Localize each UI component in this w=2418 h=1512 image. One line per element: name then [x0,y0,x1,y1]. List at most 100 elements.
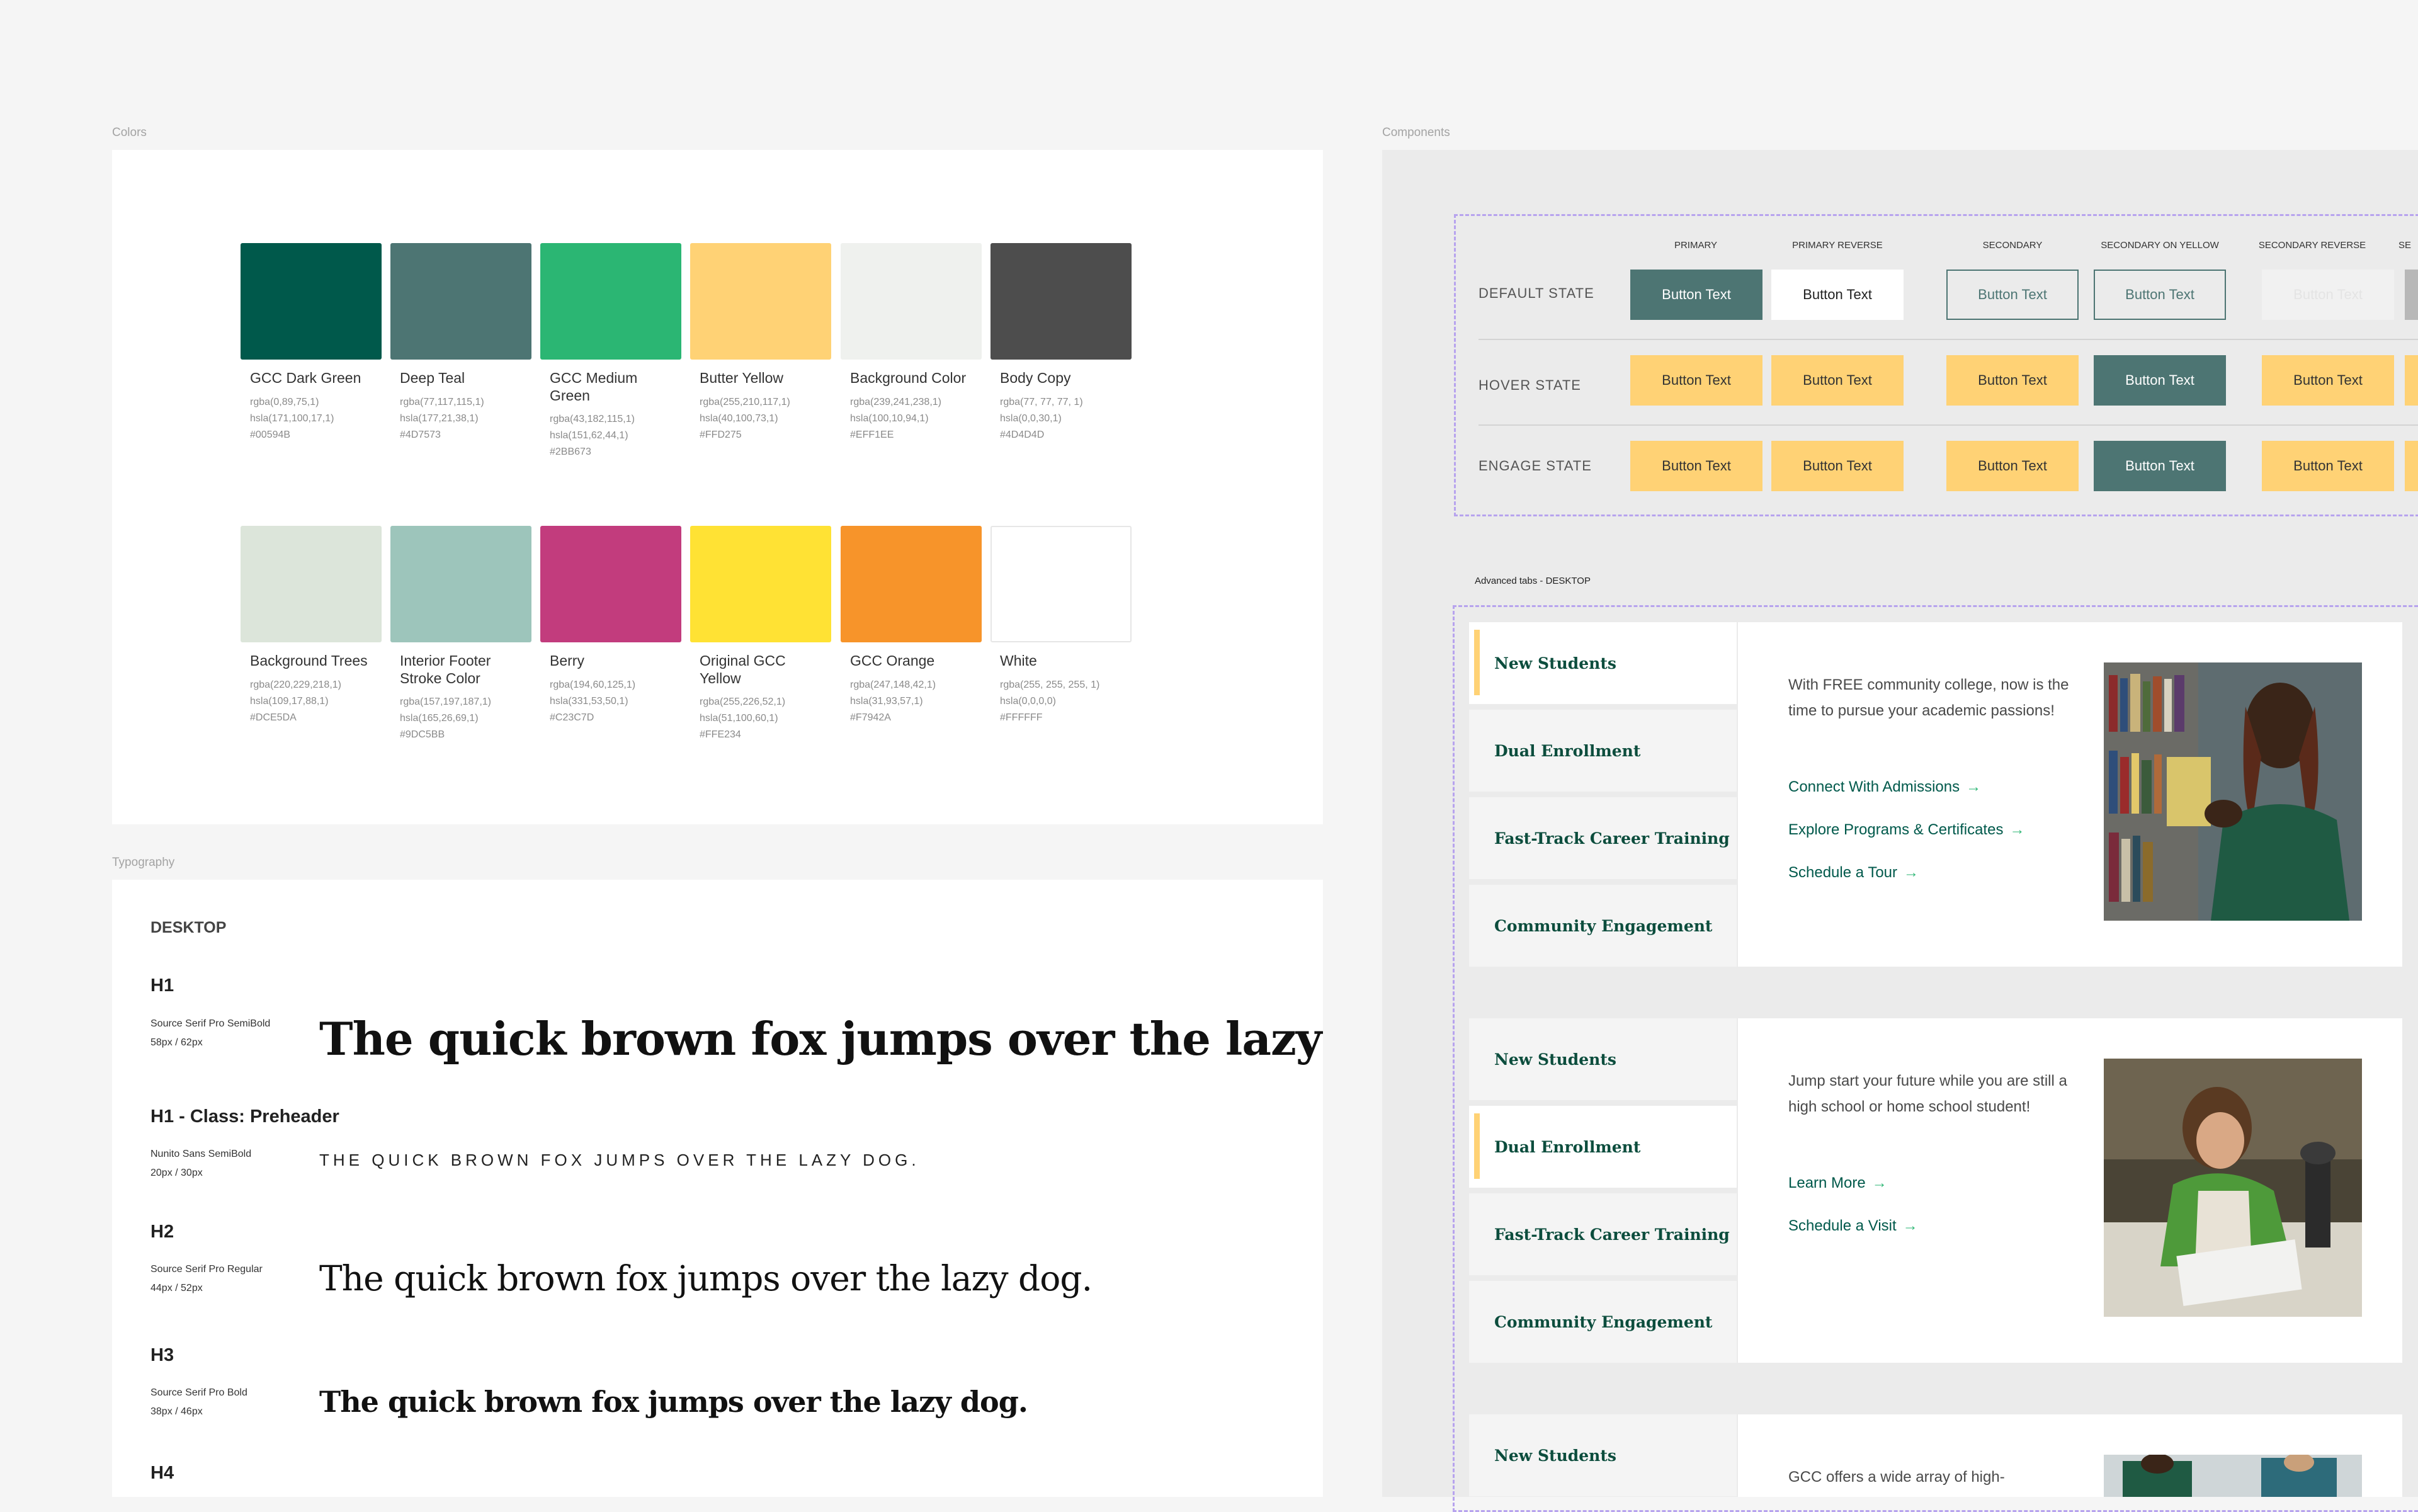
panel-description: GCC offers a wide array of high- [1788,1469,2005,1486]
tab-new-students[interactable]: New Students [1469,1018,1737,1100]
style-heading: H1 [150,975,174,996]
primary-engage-button[interactable]: Button Text [1630,441,1762,491]
arrow-right-icon: → [1966,778,1982,795]
cropped-hover-button[interactable] [2405,355,2418,406]
divider [1479,339,2418,340]
swatch-values: rgba(43,182,115,1) hsla(151,62,44,1) #2BB6… [550,414,635,457]
column-header: PRIMARY [1674,240,1718,251]
students-photo [2104,1455,2362,1497]
tab-panel-dual-enrollment: Jump start your future while you are sti… [1738,1018,2402,1363]
tab-community-engagement[interactable]: Community Engagement [1469,1281,1737,1363]
state-label-hover: HOVER STATE [1479,377,1581,393]
link-label: Explore Programs & Certificates [1788,821,2004,838]
typography-panel: DESKTOP H1 Source Serif Pro SemiBold 58px… [112,880,1323,1497]
primary-reverse-engage-button[interactable]: Button Text [1771,441,1904,491]
style-heading: H4 [150,1463,174,1483]
swatch-name: GCC Medium Green [550,370,638,404]
tab-fast-track-career-training[interactable]: Fast-Track Career Training [1469,797,1737,879]
cropped-engage-button[interactable] [2405,441,2418,491]
secondary-on-yellow-engage-button[interactable]: Button Text [2094,441,2226,491]
tab-label: Fast-Track Career Training [1494,1225,1730,1244]
swatch-name: Background Trees [250,652,368,669]
schedule-a-visit-link[interactable]: Schedule a Visit → [1788,1217,1918,1235]
schedule-a-tour-link[interactable]: Schedule a Tour → [1788,864,1919,882]
swatch-name: Berry [550,652,584,669]
tab-label: New Students [1494,1050,1616,1069]
swatch-values: rgba(247,148,42,1) hsla(31,93,57,1) #F7942… [850,679,936,723]
explore-programs-link[interactable]: Explore Programs & Certificates → [1788,821,2024,839]
secondary-reverse-engage-button[interactable]: Button Text [2262,441,2394,491]
swatch-original-gcc-yellow [690,526,831,642]
swatch-name: GCC Orange [850,652,935,669]
tab-fast-track-career-training[interactable]: Fast-Track Career Training [1469,1193,1737,1275]
primary-reverse-default-button[interactable]: Button Text [1771,270,1904,320]
style-meta: Nunito Sans SemiBold 20px / 30px [150,1149,252,1178]
style-meta: Source Serif Pro SemiBold 58px / 62px [150,1018,271,1048]
primary-default-button[interactable]: Button Text [1630,270,1762,320]
primary-hover-button[interactable]: Button Text [1630,355,1762,406]
secondary-on-yellow-default-button[interactable]: Button Text [2094,270,2226,320]
connect-with-admissions-link[interactable]: Connect With Admissions → [1788,778,1981,796]
swatch-values: rgba(255, 255, 255, 1) hsla(0,0,0,0) #FFFF… [1000,679,1100,723]
swatch-deep-teal [390,243,531,360]
h3-sample: The quick brown fox jumps over the lazy … [319,1385,1028,1419]
swatch-values: rgba(255,226,52,1) hsla(51,100,60,1) #FFE2… [700,696,786,740]
secondary-reverse-default-button[interactable]: Button Text [2262,270,2394,320]
tab-label: New Students [1494,1446,1616,1465]
panel-description: Jump start your future while you are sti… [1788,1072,2067,1115]
tab-label: Community Engagement [1494,916,1713,935]
typography-section-label: Typography [112,856,175,869]
tab-new-students[interactable]: New Students [1469,1414,1737,1496]
swatch-berry [540,526,681,642]
tab-panel-new-students: With FREE community college, now is the … [1738,622,2402,967]
swatch-gcc-orange [841,526,982,642]
student-library-photo [2104,662,2362,921]
column-header: SE [2398,240,2412,251]
panel-description: With FREE community college, now is the … [1788,676,2069,719]
secondary-hover-button[interactable]: Button Text [1946,355,2079,406]
style-heading: H2 [150,1222,174,1242]
secondary-engage-button[interactable]: Button Text [1946,441,2079,491]
swatch-values: rgba(157,197,187,1) hsla(165,26,69,1) #9DC… [400,696,491,740]
style-meta: Source Serif Pro Regular 44px / 52px [150,1264,263,1293]
secondary-reverse-hover-button[interactable]: Button Text [2262,355,2394,406]
active-tab-indicator [1474,630,1480,695]
swatch-body-copy [990,243,1132,360]
swatch-name: Background Color [850,370,967,386]
swatch-name: Interior Footer Stroke Color [400,652,491,686]
tab-label: Dual Enrollment [1494,741,1641,760]
swatch-gcc-medium-green [540,243,681,360]
arrow-right-icon: → [2009,821,2025,838]
cropped-default-button[interactable] [2405,270,2418,320]
breakpoint-label: DESKTOP [150,919,227,936]
state-label-engage: ENGAGE STATE [1479,458,1592,474]
components-section-label: Components [1382,126,1450,139]
link-label: Schedule a Tour [1788,864,1898,881]
tab-dual-enrollment[interactable]: Dual Enrollment [1469,710,1737,792]
swatch-values: rgba(77,117,115,1) hsla(177,21,38,1) #4D75… [400,397,484,440]
tab-dual-enrollment[interactable]: Dual Enrollment [1469,1106,1737,1188]
swatch-name: Deep Teal [400,370,465,386]
swatch-background-color [841,243,982,360]
learn-more-link[interactable]: Learn More → [1788,1174,1887,1192]
link-label: Learn More [1788,1174,1866,1191]
swatch-background-trees [241,526,382,642]
swatch-name: GCC Dark Green [250,370,361,386]
swatch-name: Body Copy [1000,370,1071,386]
secondary-default-button[interactable]: Button Text [1946,270,2079,320]
primary-reverse-hover-button[interactable]: Button Text [1771,355,1904,406]
student-lab-photo [2104,1059,2362,1317]
swatch-name: White [1000,652,1037,669]
arrow-right-icon: → [1904,864,1919,881]
advanced-tabs-label: Advanced tabs - DESKTOP [1475,576,1591,586]
swatch-values: rgba(194,60,125,1) hsla(331,53,50,1) #C23C… [550,679,636,723]
swatch-values: rgba(239,241,238,1) hsla(100,10,94,1) #EFF… [850,397,941,440]
tab-new-students[interactable]: New Students [1469,622,1737,704]
secondary-on-yellow-hover-button[interactable]: Button Text [2094,355,2226,406]
link-label: Connect With Admissions [1788,778,1960,795]
tab-community-engagement[interactable]: Community Engagement [1469,885,1737,967]
state-label-default: DEFAULT STATE [1479,285,1594,301]
tab-panel-fast-track: GCC offers a wide array of high- [1738,1414,2402,1497]
tab-label: Fast-Track Career Training [1494,829,1730,848]
arrow-right-icon: → [1902,1217,1918,1234]
